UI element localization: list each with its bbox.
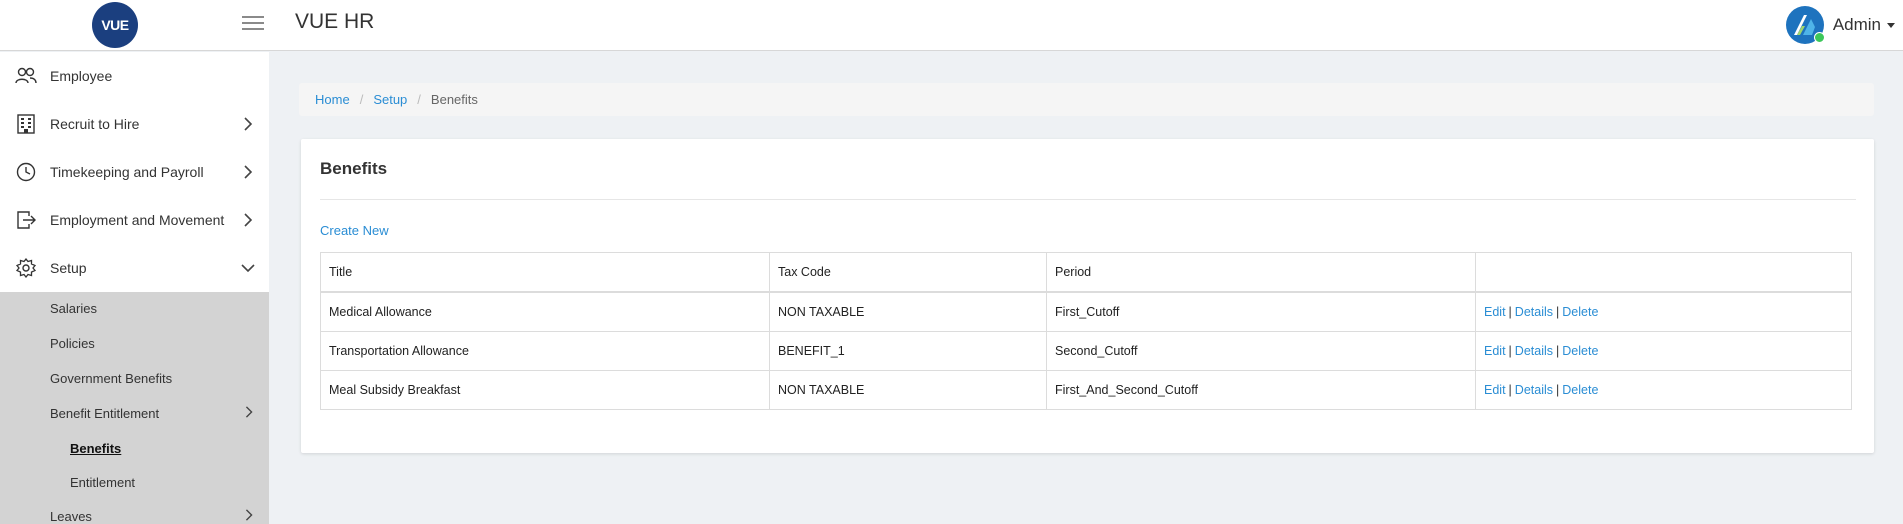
sidebar-subitem-policies[interactable]: Policies — [50, 336, 95, 351]
sidebar-item-setup[interactable]: Setup — [0, 244, 269, 292]
edit-link[interactable]: Edit — [1484, 344, 1506, 358]
sidebar-subitem-leaves[interactable]: Leaves — [50, 509, 92, 524]
user-menu[interactable]: Admin — [1785, 5, 1895, 45]
separator: | — [1556, 344, 1560, 358]
cell-actions: Edit | Details | Delete — [1475, 291, 1852, 332]
delete-link[interactable]: Delete — [1562, 305, 1598, 319]
sidebar-subitem-salaries[interactable]: Salaries — [50, 301, 97, 316]
page-title: Benefits — [320, 159, 388, 178]
top-bar: VUE VUE HR Admin — [0, 0, 1903, 51]
cell-title: Transportation Allowance — [320, 331, 770, 371]
sidebar-item-label: Employment and Movement — [50, 212, 225, 228]
details-link[interactable]: Details — [1515, 344, 1553, 358]
cell-tax-code: NON TAXABLE — [769, 370, 1047, 410]
details-link[interactable]: Details — [1515, 383, 1553, 397]
cell-tax-code: NON TAXABLE — [769, 291, 1047, 332]
chevron-right-icon — [244, 213, 253, 227]
separator: | — [1556, 305, 1560, 319]
table-row: Meal Subsidy Breakfast NON TAXABLE First… — [320, 370, 1852, 410]
breadcrumb-separator: / — [417, 92, 421, 107]
sidebar-item-label: Employee — [50, 68, 113, 84]
clock-icon — [16, 162, 36, 182]
column-header-actions — [1475, 252, 1852, 293]
chevron-right-icon — [244, 165, 253, 179]
vue-logo[interactable]: VUE — [92, 2, 138, 48]
cell-title: Medical Allowance — [320, 291, 770, 332]
separator: | — [1556, 383, 1560, 397]
sidebar-subitem-entitlement[interactable]: Entitlement — [70, 475, 135, 490]
gear-icon — [15, 258, 37, 278]
breadcrumb: Home / Setup / Benefits — [299, 83, 1874, 116]
table-row: Medical Allowance NON TAXABLE First_Cuto… — [320, 291, 1852, 332]
cell-tax-code: BENEFIT_1 — [769, 331, 1047, 371]
sidebar-item-employment-and-movement[interactable]: Employment and Movement — [0, 196, 269, 244]
benefits-table: Title Tax Code Period Medical Allowance … — [320, 252, 1852, 410]
cell-actions: Edit | Details | Delete — [1475, 331, 1852, 371]
breadcrumb-separator: / — [359, 92, 364, 107]
chevron-right-icon — [245, 509, 253, 521]
details-link[interactable]: Details — [1515, 305, 1553, 319]
sidebar-item-label: Recruit to Hire — [50, 116, 140, 132]
setup-submenu: Salaries Policies Government Benefits Be… — [0, 292, 269, 524]
sidebar-item-label: Timekeeping and Payroll — [50, 164, 204, 180]
sidebar-item-employee[interactable]: Employee — [0, 52, 269, 100]
sidebar: Employee Recruit to Hire Timekeeping and… — [0, 52, 269, 524]
sidebar-subitem-benefits[interactable]: Benefits — [70, 441, 121, 456]
sidebar-item-recruit-to-hire[interactable]: Recruit to Hire — [0, 100, 269, 148]
sidebar-item-label: Setup — [50, 260, 87, 276]
edit-link[interactable]: Edit — [1484, 305, 1506, 319]
sidebar-subitem-government-benefits[interactable]: Government Benefits — [50, 371, 172, 386]
caret-down-icon — [1887, 22, 1895, 28]
breadcrumb-current: Benefits — [430, 92, 478, 107]
exit-icon — [17, 211, 36, 229]
chevron-right-icon — [244, 117, 253, 131]
separator: | — [1508, 305, 1512, 319]
online-status-dot — [1813, 32, 1825, 43]
cell-actions: Edit | Details | Delete — [1475, 370, 1852, 410]
cell-period: First_Cutoff — [1046, 291, 1476, 332]
breadcrumb-home[interactable]: Home — [315, 92, 350, 107]
delete-link[interactable]: Delete — [1562, 383, 1598, 397]
cell-period: Second_Cutoff — [1046, 331, 1476, 371]
divider — [320, 199, 1856, 200]
sidebar-subitem-benefit-entitlement[interactable]: Benefit Entitlement — [50, 406, 159, 421]
chevron-down-icon — [241, 264, 255, 273]
hamburger-menu-icon[interactable] — [242, 13, 264, 33]
separator: | — [1508, 383, 1512, 397]
separator: | — [1508, 344, 1512, 358]
benefits-card: Benefits Create New Title Tax Code Perio… — [301, 139, 1874, 453]
column-header-tax-code: Tax Code — [769, 252, 1047, 293]
app-title: VUE HR — [295, 10, 375, 33]
breadcrumb-setup[interactable]: Setup — [373, 92, 407, 107]
column-header-period: Period — [1046, 252, 1476, 293]
logo-text: VUE — [101, 17, 129, 33]
edit-link[interactable]: Edit — [1484, 383, 1506, 397]
chevron-right-icon — [245, 406, 253, 418]
column-header-title: Title — [320, 252, 770, 293]
people-icon — [15, 67, 37, 84]
table-row: Transportation Allowance BENEFIT_1 Secon… — [320, 331, 1852, 371]
cell-title: Meal Subsidy Breakfast — [320, 370, 770, 410]
table-header-row: Title Tax Code Period — [320, 252, 1852, 293]
building-icon — [17, 114, 35, 134]
create-new-link[interactable]: Create New — [320, 223, 389, 238]
cell-period: First_And_Second_Cutoff — [1046, 370, 1476, 410]
sidebar-item-timekeeping-and-payroll[interactable]: Timekeeping and Payroll — [0, 148, 269, 196]
delete-link[interactable]: Delete — [1562, 344, 1598, 358]
user-name: Admin — [1832, 15, 1881, 34]
avatar — [1785, 5, 1825, 45]
